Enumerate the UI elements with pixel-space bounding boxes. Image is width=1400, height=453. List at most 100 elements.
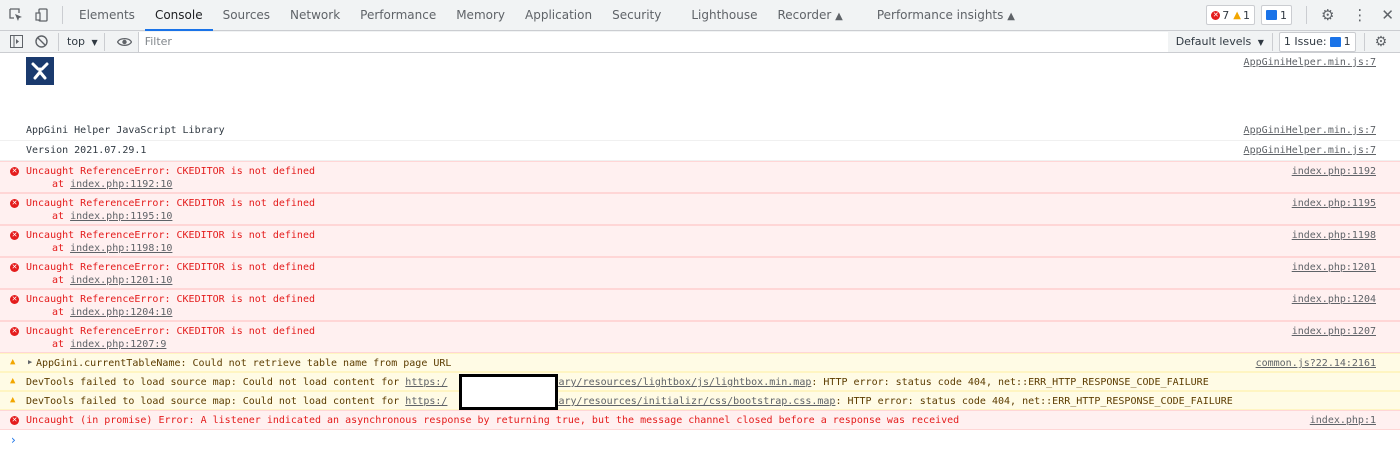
stack-frame-link[interactable]: index.php:1201:10 <box>70 275 172 286</box>
stack-frame-link[interactable]: index.php:1204:10 <box>70 307 172 318</box>
error-icon: ✕ <box>10 295 19 304</box>
stack-frame-prefix: at <box>52 179 71 190</box>
settings-gear-icon[interactable]: ⚙ <box>1321 6 1334 24</box>
console-filter-input[interactable] <box>137 31 1168 52</box>
console-warning-row: ▲ DevTools failed to load source map: Co… <box>0 391 1400 410</box>
stack-frame-prefix: at <box>52 211 71 222</box>
issue-flag-icon <box>1329 36 1341 47</box>
log-message: Version 2021.07.29.1 <box>26 145 147 156</box>
error-message: Uncaught ReferenceError: CKEDITOR is not… <box>26 198 315 209</box>
console-warning-row: ▲ DevTools failed to load source map: Co… <box>0 372 1400 391</box>
divider <box>1363 32 1365 51</box>
error-message: Uncaught ReferenceError: CKEDITOR is not… <box>26 166 315 177</box>
issues-counter[interactable]: 1 <box>1260 5 1292 25</box>
flask-icon: ▲ <box>1007 10 1015 22</box>
warning-icon: ▲ <box>10 395 16 405</box>
divider <box>1271 32 1273 51</box>
clear-console-icon[interactable] <box>35 35 48 48</box>
error-icon: ✕ <box>10 231 19 240</box>
stack-frame-link[interactable]: index.php:1192:10 <box>70 179 172 190</box>
divider <box>1305 6 1307 24</box>
log-levels-dropdown[interactable]: Default levels ▼ <box>1176 35 1264 48</box>
warning-icon: ▲ <box>1233 9 1241 21</box>
device-toolbar-icon[interactable] <box>34 7 50 23</box>
console-log-row: Version 2021.07.29.1 AppGiniHelper.min.j… <box>0 141 1400 161</box>
console-error-row: ✕ Uncaught ReferenceError: CKEDITOR is n… <box>0 225 1400 257</box>
warning-message: DevTools failed to load source map: Coul… <box>26 377 1209 388</box>
stack-frame: at index.php:1201:10 <box>52 275 172 286</box>
more-options-icon[interactable]: ⋮ <box>1352 6 1367 24</box>
source-map-link-start[interactable]: https:/ <box>405 377 447 388</box>
tab-security[interactable]: Security <box>602 0 671 31</box>
error-message: Uncaught ReferenceError: CKEDITOR is not… <box>26 230 315 241</box>
error-icon: ✕ <box>10 167 19 176</box>
source-map-link-start[interactable]: https:/ <box>405 396 447 407</box>
console-error-row: ✕ Uncaught ReferenceError: CKEDITOR is n… <box>0 257 1400 289</box>
tab-elements[interactable]: Elements <box>69 0 145 31</box>
console-log-row: AppGini Helper JavaScript Library AppGin… <box>0 121 1400 141</box>
log-message: AppGini Helper JavaScript Library <box>26 125 225 136</box>
tab-performance-insights-label: Performance insights <box>876 7 1004 22</box>
tab-application[interactable]: Application <box>515 0 602 31</box>
warning-icon: ▲ <box>10 357 16 367</box>
tab-sources[interactable]: Sources <box>213 0 280 31</box>
expand-triangle-icon[interactable]: ▶ <box>28 358 32 366</box>
console-messages: AppGiniHelper.min.js:7 AppGini Helper Ja… <box>0 53 1400 453</box>
console-error-row: ✕ Uncaught ReferenceError: CKEDITOR is n… <box>0 193 1400 225</box>
source-map-link-end[interactable]: diary/resources/initializr/css/bootstrap… <box>546 396 835 407</box>
dropdown-arrow-icon: ▼ <box>1257 38 1264 47</box>
show-sidebar-icon[interactable] <box>10 35 23 48</box>
source-link[interactable]: index.php:1207 <box>1292 326 1376 337</box>
source-link[interactable]: index.php:1204 <box>1292 294 1376 305</box>
context-selector-value: top <box>67 35 86 48</box>
issues-label: 1 Issue: <box>1283 35 1327 48</box>
stack-frame: at index.php:1195:10 <box>52 211 172 222</box>
stack-frame-link[interactable]: index.php:1195:10 <box>70 211 172 222</box>
tab-performance-insights[interactable]: Performance insights ▲ <box>867 0 1025 31</box>
source-link[interactable]: index.php:1198 <box>1292 230 1376 241</box>
source-link[interactable]: AppGiniHelper.min.js:7 <box>1244 57 1376 68</box>
error-warning-counter[interactable]: ✕ 7 ▲ 1 <box>1206 5 1255 25</box>
console-toolbar: top ▼ Default levels ▼ 1 Issue: 1 ⚙ <box>0 31 1400 53</box>
tab-memory[interactable]: Memory <box>446 0 515 31</box>
live-expression-eye-icon[interactable] <box>116 37 132 47</box>
stack-frame-link[interactable]: index.php:1207:9 <box>70 339 166 350</box>
divider <box>103 32 105 51</box>
source-link[interactable]: common.js?22.14:2161 <box>1256 358 1376 369</box>
console-settings-gear-icon[interactable]: ⚙ <box>1375 34 1388 50</box>
source-link[interactable]: index.php:1192 <box>1292 166 1376 177</box>
context-selector[interactable]: top ▼ <box>67 35 98 48</box>
console-prompt-icon[interactable]: › <box>11 433 16 447</box>
source-link[interactable]: AppGiniHelper.min.js:7 <box>1244 125 1376 136</box>
source-map-link-end[interactable]: diary/resources/lightbox/js/lightbox.min… <box>546 377 811 388</box>
source-link[interactable]: AppGiniHelper.min.js:7 <box>1244 145 1376 156</box>
tabbar-right: ✕ 7 ▲ 1 1 ⚙ ⋮ ✕ <box>1206 5 1400 25</box>
tab-performance[interactable]: Performance <box>350 0 446 31</box>
source-link[interactable]: index.php:1201 <box>1292 262 1376 273</box>
divider <box>62 6 63 24</box>
source-link[interactable]: index.php:1195 <box>1292 198 1376 209</box>
stack-frame-link[interactable]: index.php:1198:10 <box>70 243 172 254</box>
error-message: Uncaught (in promise) Error: A listener … <box>26 415 960 426</box>
tab-recorder-label: Recorder <box>777 7 832 22</box>
tab-recorder[interactable]: Recorder ▲ <box>768 0 853 31</box>
log-levels-label: Default levels <box>1175 35 1252 48</box>
error-icon: ✕ <box>1211 10 1221 20</box>
stack-frame-prefix: at <box>52 339 71 350</box>
close-icon[interactable]: ✕ <box>1381 6 1394 24</box>
tab-lighthouse[interactable]: Lighthouse <box>681 0 767 31</box>
tab-network[interactable]: Network <box>280 0 350 31</box>
issues-button[interactable]: 1 Issue: 1 <box>1278 31 1356 52</box>
tab-console[interactable]: Console <box>144 0 213 31</box>
error-icon: ✕ <box>10 199 19 208</box>
error-count: 7 <box>1222 8 1230 22</box>
console-error-row: ✕ Uncaught (in promise) Error: A listene… <box>0 410 1400 430</box>
error-message: Uncaught ReferenceError: CKEDITOR is not… <box>26 262 315 273</box>
source-link[interactable]: index.php:1 <box>1310 415 1376 426</box>
warning-prefix: DevTools failed to load source map: Coul… <box>26 396 406 407</box>
inspect-element-icon[interactable] <box>8 7 24 23</box>
stack-frame-prefix: at <box>52 275 71 286</box>
warning-message: DevTools failed to load source map: Coul… <box>26 396 1233 407</box>
console-log-row: AppGiniHelper.min.js:7 <box>0 53 1400 121</box>
issues-button-count: 1 <box>1343 35 1351 48</box>
